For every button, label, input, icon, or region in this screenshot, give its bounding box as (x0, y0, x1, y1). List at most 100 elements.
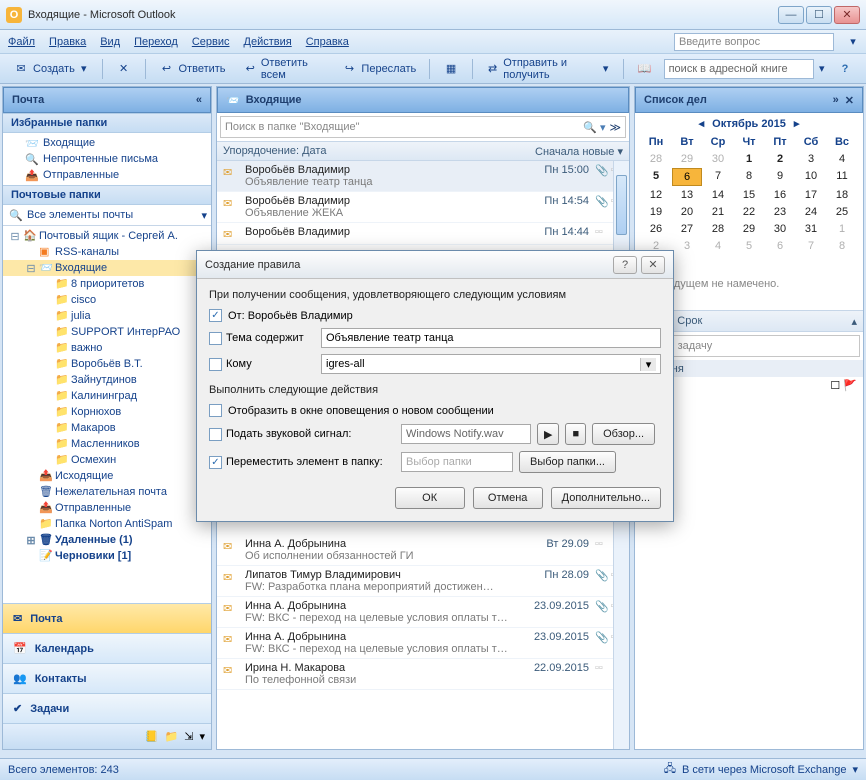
calendar-day[interactable]: 4 (703, 238, 733, 254)
calendar-day[interactable]: 24 (796, 204, 826, 220)
calendar-day[interactable]: 6 (672, 168, 702, 186)
to-checkbox[interactable] (209, 358, 222, 371)
scrollbar-thumb[interactable] (616, 175, 627, 235)
minimize-button[interactable]: — (778, 6, 804, 24)
message-row[interactable]: ✉Воробьёв ВладимирОбъявление ЖЕКАПн 14:5… (217, 192, 629, 223)
calendar-day[interactable]: 15 (734, 187, 764, 203)
search-icon[interactable]: 🔍 ▾ (583, 121, 605, 134)
calendar-day[interactable]: 3 (796, 151, 826, 167)
subfolder-item[interactable]: 📁Воробьёв В.Т. (3, 356, 211, 372)
message-row[interactable]: ✉Ирина Н. МакароваПо телефонной связи22.… (217, 659, 629, 690)
calendar-day[interactable]: 27 (672, 221, 702, 237)
fav-sent[interactable]: 📤Отправленные (3, 167, 211, 183)
play-button[interactable]: ▶ (537, 423, 559, 445)
calendar-day[interactable]: 9 (765, 168, 795, 186)
shortcuts-icon[interactable]: ⇲ (184, 730, 193, 743)
send-receive-button[interactable]: ⇄Отправить и получить▾ (479, 58, 617, 80)
subfolder-item[interactable]: 📁cisco (3, 292, 211, 308)
nav-calendar[interactable]: 📅Календарь (3, 633, 211, 663)
calendar-day[interactable]: 30 (765, 221, 795, 237)
prev-month-button[interactable]: ◂ (699, 117, 705, 130)
inbox-folder[interactable]: ⊟📨Входящие (3, 260, 211, 276)
menu-file[interactable]: Файл (8, 36, 35, 48)
calendar-day[interactable]: 25 (827, 204, 857, 220)
reply-button[interactable]: ↩Ответить (152, 58, 233, 80)
message-row[interactable]: ✉Липатов Тимур ВладимировичFW: Разработк… (217, 566, 629, 597)
calendar-day[interactable]: 5 (641, 168, 671, 186)
calendar-day[interactable]: 11 (827, 168, 857, 186)
notes-icon[interactable]: 📒 (145, 730, 159, 743)
calendar-day[interactable]: 28 (703, 221, 733, 237)
message-row[interactable]: ✉Воробьёв ВладимирОбъявление театр танца… (217, 161, 629, 192)
calendar-day[interactable]: 29 (672, 151, 702, 167)
next-month-button[interactable]: ▸ (794, 117, 800, 130)
calendar-day[interactable]: 5 (734, 238, 764, 254)
calendar-day[interactable]: 28 (641, 151, 671, 167)
calendar-day[interactable]: 3 (672, 238, 702, 254)
ask-question-input[interactable]: Введите вопрос (674, 33, 834, 51)
advanced-button[interactable]: Дополнительно... (551, 487, 661, 509)
cancel-button[interactable]: Отмена (473, 487, 543, 509)
calendar-day[interactable]: 1 (734, 151, 764, 167)
ok-button[interactable]: ОК (395, 487, 465, 509)
calendar-day[interactable]: 31 (796, 221, 826, 237)
browse-button[interactable]: Обзор... (592, 423, 655, 445)
close-icon[interactable]: ✕ (845, 94, 854, 107)
calendar-day[interactable]: 8 (827, 238, 857, 254)
maximize-button[interactable]: ☐ (806, 6, 832, 24)
calendar-day[interactable]: 6 (765, 238, 795, 254)
calendar-day[interactable]: 1 (827, 221, 857, 237)
fav-unread[interactable]: 🔍Непрочтенные письма (3, 151, 211, 167)
subfolder-item[interactable]: 📁важно (3, 340, 211, 356)
mailbox-root[interactable]: ⊟🏠Почтовый ящик - Сергей А. (3, 228, 211, 244)
subfolder-item[interactable]: 📁8 приоритетов (3, 276, 211, 292)
message-row[interactable]: ✉Воробьёв ВладимирПн 14:44▫▫ (217, 223, 629, 245)
from-checkbox[interactable] (209, 309, 222, 322)
calendar-day[interactable]: 17 (796, 187, 826, 203)
calendar-day[interactable]: 18 (827, 187, 857, 203)
calendar-day[interactable]: 23 (765, 204, 795, 220)
calendar-day[interactable]: 19 (641, 204, 671, 220)
calendar-day[interactable]: 7 (703, 168, 733, 186)
subject-input[interactable] (321, 328, 661, 348)
calendar-day[interactable]: 21 (703, 204, 733, 220)
choose-folder-button[interactable]: Выбор папки... (519, 451, 616, 473)
address-book-button[interactable]: 📖 (630, 58, 660, 80)
move-checkbox[interactable] (209, 456, 222, 469)
chevron-down-icon[interactable]: ▾ (640, 358, 656, 371)
menu-edit[interactable]: Правка (49, 36, 86, 48)
message-row[interactable]: ✉Инна А. ДобрынинаFW: ВКС - переход на ц… (217, 628, 629, 659)
connection-dropdown[interactable]: ▾ (852, 763, 858, 776)
junk-folder[interactable]: 🗑Нежелательная почта (3, 484, 211, 500)
subject-checkbox[interactable] (209, 332, 222, 345)
subfolder-item[interactable]: 📁Калининград (3, 388, 211, 404)
menu-actions[interactable]: Действия (244, 36, 292, 48)
address-search-dropdown[interactable]: ▾ (818, 62, 826, 75)
chevron-right-icon[interactable]: » (833, 94, 839, 107)
message-row[interactable]: ✉Инна А. ДобрынинаОб исполнении обязанно… (217, 535, 629, 566)
categorize-button[interactable]: ▦ (436, 58, 466, 80)
subfolder-item[interactable]: 📁Корнюхов (3, 404, 211, 420)
subfolder-item[interactable]: 📁Зайнутдинов (3, 372, 211, 388)
calendar-day[interactable]: 4 (827, 151, 857, 167)
calendar-day[interactable]: 22 (734, 204, 764, 220)
mail-folders-header[interactable]: Почтовые папки (3, 185, 211, 205)
chevron-left-icon[interactable]: « (196, 94, 202, 106)
rss-feeds[interactable]: ▣RSS-каналы (3, 244, 211, 260)
calendar-day[interactable]: 2 (765, 151, 795, 167)
close-button[interactable]: ✕ (834, 6, 860, 24)
calendar-day[interactable]: 10 (796, 168, 826, 186)
flag-icon[interactable]: ▫▫ (595, 226, 603, 238)
address-search-input[interactable]: поиск в адресной книге (664, 59, 814, 79)
chevron-down-icon[interactable]: ≫ (609, 121, 621, 134)
forward-button[interactable]: ↪Переслать (334, 58, 423, 80)
subfolder-item[interactable]: 📁SUPPORT ИнтерРАО (3, 324, 211, 340)
calendar-day[interactable]: 16 (765, 187, 795, 203)
menu-go[interactable]: Переход (134, 36, 178, 48)
outbox-folder[interactable]: 📤Исходящие (3, 468, 211, 484)
calendar-day[interactable]: 8 (734, 168, 764, 186)
subfolder-item[interactable]: 📁Масленников (3, 436, 211, 452)
flag-icon[interactable]: ▫▫ (595, 662, 603, 674)
favorites-header[interactable]: Избранные папки (3, 113, 211, 133)
subfolder-item[interactable]: 📁Осмехин (3, 452, 211, 468)
